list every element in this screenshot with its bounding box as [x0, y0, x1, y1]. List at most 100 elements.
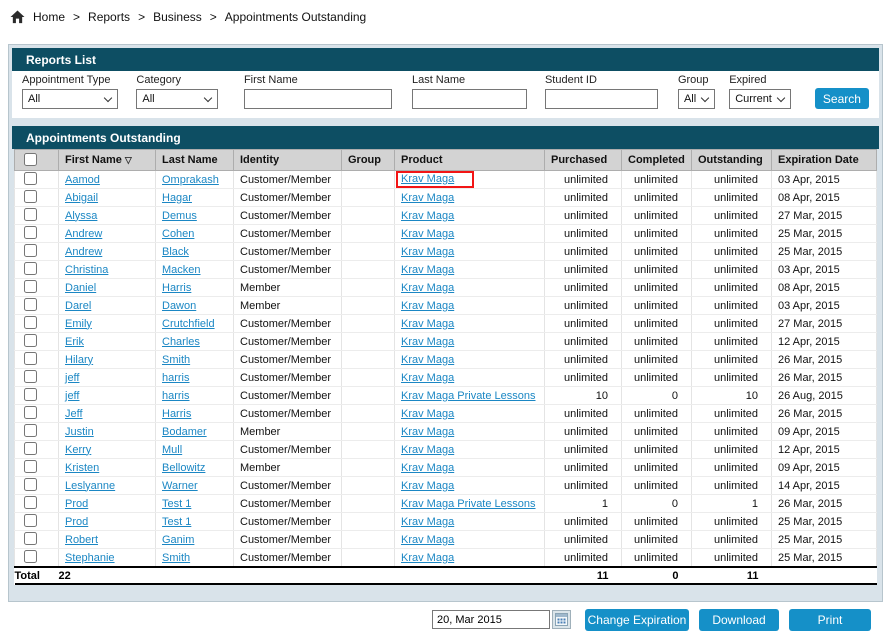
- last-name-input[interactable]: [412, 89, 527, 109]
- print-button[interactable]: Print: [789, 609, 871, 631]
- row-checkbox[interactable]: [24, 334, 37, 347]
- row-checkbox[interactable]: [24, 190, 37, 203]
- last-name-link[interactable]: Bellowitz: [162, 462, 205, 474]
- product-link[interactable]: Krav Maga: [401, 372, 454, 384]
- column-header-purchased[interactable]: Purchased: [545, 150, 622, 171]
- column-header-last-name[interactable]: Last Name: [156, 150, 234, 171]
- last-name-link[interactable]: Test 1: [162, 498, 191, 510]
- last-name-link[interactable]: Test 1: [162, 516, 191, 528]
- column-header-identity[interactable]: Identity: [234, 150, 342, 171]
- first-name-link[interactable]: Daniel: [65, 282, 96, 294]
- search-button[interactable]: Search: [815, 88, 869, 109]
- last-name-link[interactable]: Crutchfield: [162, 318, 215, 330]
- column-header-group[interactable]: Group: [342, 150, 395, 171]
- first-name-link[interactable]: Jeff: [65, 408, 83, 420]
- product-link[interactable]: Krav Maga Private Lessons: [401, 498, 536, 510]
- calendar-icon[interactable]: [552, 610, 571, 629]
- product-link[interactable]: Krav Maga: [401, 426, 454, 438]
- product-link[interactable]: Krav Maga: [401, 228, 454, 240]
- first-name-link[interactable]: Hilary: [65, 354, 93, 366]
- last-name-link[interactable]: Cohen: [162, 228, 194, 240]
- row-checkbox[interactable]: [24, 406, 37, 419]
- product-link[interactable]: Krav Maga: [401, 282, 454, 294]
- first-name-link[interactable]: Aamod: [65, 174, 100, 186]
- first-name-link[interactable]: Andrew: [65, 228, 102, 240]
- first-name-link[interactable]: Alyssa: [65, 210, 97, 222]
- product-link[interactable]: Krav Maga: [401, 408, 454, 420]
- group-select[interactable]: All: [678, 89, 715, 109]
- product-link[interactable]: Krav Maga: [401, 192, 454, 204]
- first-name-link[interactable]: Kerry: [65, 444, 91, 456]
- product-link[interactable]: Krav Maga: [401, 444, 454, 456]
- appointment-type-select[interactable]: All: [22, 89, 118, 109]
- row-checkbox[interactable]: [24, 262, 37, 275]
- first-name-link[interactable]: Prod: [65, 498, 88, 510]
- row-checkbox[interactable]: [24, 514, 37, 527]
- row-checkbox[interactable]: [24, 424, 37, 437]
- last-name-link[interactable]: Bodamer: [162, 426, 207, 438]
- student-id-input[interactable]: [545, 89, 658, 109]
- product-link[interactable]: Krav Maga: [401, 462, 454, 474]
- first-name-link[interactable]: Leslyanne: [65, 480, 115, 492]
- first-name-link[interactable]: Darel: [65, 300, 91, 312]
- expiration-date-input[interactable]: [432, 610, 550, 629]
- last-name-link[interactable]: Macken: [162, 264, 201, 276]
- first-name-link[interactable]: Abigail: [65, 192, 98, 204]
- first-name-link[interactable]: Christina: [65, 264, 108, 276]
- row-checkbox[interactable]: [24, 172, 37, 185]
- last-name-link[interactable]: Black: [162, 246, 189, 258]
- category-select[interactable]: All: [136, 89, 218, 109]
- first-name-link[interactable]: Kristen: [65, 462, 99, 474]
- product-link[interactable]: Krav Maga: [401, 354, 454, 366]
- breadcrumb-home[interactable]: Home: [33, 10, 65, 24]
- last-name-link[interactable]: Mull: [162, 444, 182, 456]
- product-link[interactable]: Krav Maga: [401, 552, 454, 564]
- first-name-link[interactable]: Andrew: [65, 246, 102, 258]
- expired-select[interactable]: Current: [729, 89, 791, 109]
- first-name-link[interactable]: jeff: [65, 372, 79, 384]
- last-name-link[interactable]: Smith: [162, 354, 190, 366]
- product-link[interactable]: Krav Maga: [401, 336, 454, 348]
- product-link[interactable]: Krav Maga: [401, 300, 454, 312]
- row-checkbox[interactable]: [24, 244, 37, 257]
- column-header-expiration-date[interactable]: Expiration Date: [772, 150, 877, 171]
- column-header-first-name[interactable]: First Name▽: [59, 150, 156, 171]
- row-checkbox[interactable]: [24, 280, 37, 293]
- last-name-link[interactable]: Ganim: [162, 534, 194, 546]
- last-name-link[interactable]: Omprakash: [162, 174, 219, 186]
- download-button[interactable]: Download: [699, 609, 779, 631]
- last-name-link[interactable]: Smith: [162, 552, 190, 564]
- product-link[interactable]: Krav Maga: [401, 480, 454, 492]
- column-header-product[interactable]: Product: [395, 150, 545, 171]
- breadcrumb-business[interactable]: Business: [153, 10, 202, 24]
- last-name-link[interactable]: Dawon: [162, 300, 196, 312]
- first-name-link[interactable]: Erik: [65, 336, 84, 348]
- last-name-link[interactable]: Warner: [162, 480, 198, 492]
- product-link[interactable]: Krav Maga: [401, 210, 454, 222]
- product-link[interactable]: Krav Maga: [401, 318, 454, 330]
- product-link[interactable]: Krav Maga: [401, 264, 454, 276]
- product-link[interactable]: Krav Maga: [401, 534, 454, 546]
- first-name-link[interactable]: Emily: [65, 318, 92, 330]
- column-header-outstanding[interactable]: Outstanding: [692, 150, 772, 171]
- first-name-input[interactable]: [244, 89, 392, 109]
- row-checkbox[interactable]: [24, 496, 37, 509]
- first-name-link[interactable]: jeff: [65, 390, 79, 402]
- column-header-completed[interactable]: Completed: [622, 150, 692, 171]
- last-name-link[interactable]: Harris: [162, 408, 191, 420]
- product-link[interactable]: Krav Maga: [401, 246, 454, 258]
- row-checkbox[interactable]: [24, 226, 37, 239]
- product-link[interactable]: Krav Maga Private Lessons: [401, 390, 536, 402]
- home-icon[interactable]: [10, 10, 25, 24]
- last-name-link[interactable]: Charles: [162, 336, 200, 348]
- row-checkbox[interactable]: [24, 370, 37, 383]
- row-checkbox[interactable]: [24, 532, 37, 545]
- last-name-link[interactable]: harris: [162, 390, 190, 402]
- first-name-link[interactable]: Justin: [65, 426, 94, 438]
- row-checkbox[interactable]: [24, 316, 37, 329]
- first-name-link[interactable]: Prod: [65, 516, 88, 528]
- last-name-link[interactable]: Demus: [162, 210, 197, 222]
- row-checkbox[interactable]: [24, 388, 37, 401]
- breadcrumb-reports[interactable]: Reports: [88, 10, 130, 24]
- row-checkbox[interactable]: [24, 208, 37, 221]
